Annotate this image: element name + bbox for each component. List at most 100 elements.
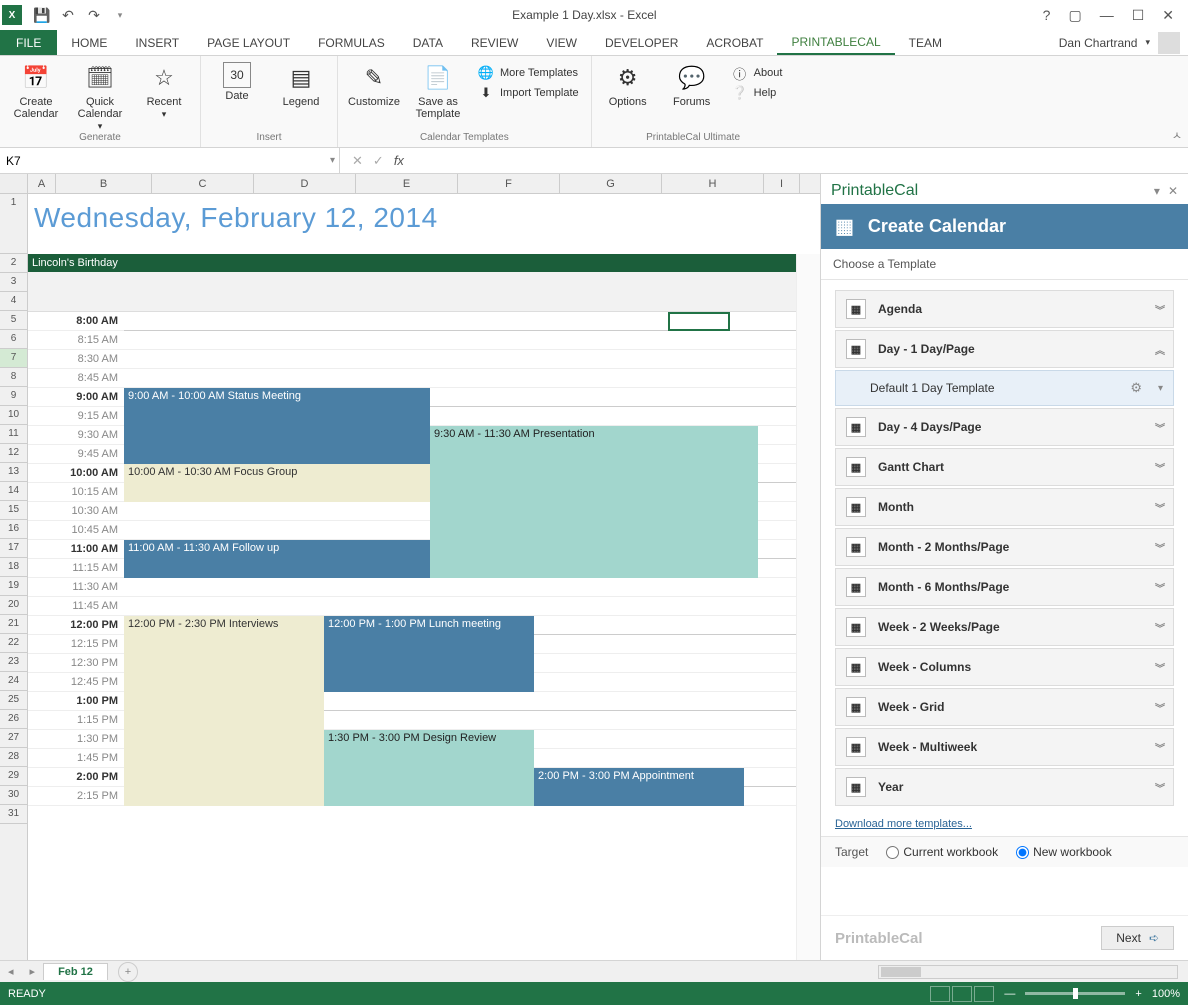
accept-formula-icon[interactable]: ✓ — [373, 153, 384, 169]
undo-icon[interactable]: ↶ — [56, 3, 80, 27]
template-item[interactable]: ▦Day - 4 Days/Page︾ — [835, 408, 1174, 446]
row-header[interactable]: 30 — [0, 786, 27, 805]
create-calendar-button[interactable]: 📅 Create Calendar — [8, 60, 64, 120]
name-box-input[interactable] — [6, 154, 333, 168]
row-header[interactable]: 1 — [0, 194, 27, 254]
customize-button[interactable]: ✎ Customize — [346, 60, 402, 108]
row-header[interactable]: 6 — [0, 330, 27, 349]
menu-tab-printablecal[interactable]: PRINTABLECAL — [777, 30, 894, 55]
template-item[interactable]: ▦Year︾ — [835, 768, 1174, 806]
calendar-event[interactable]: 12:00 PM - 2:30 PM Interviews — [124, 616, 324, 806]
pane-menu-icon[interactable]: ▾ — [1154, 184, 1160, 198]
maximize-icon[interactable]: ☐ — [1126, 5, 1151, 26]
row-header[interactable]: 28 — [0, 748, 27, 767]
avatar[interactable] — [1158, 32, 1180, 54]
select-all-corner[interactable] — [0, 174, 28, 193]
row-header[interactable]: 26 — [0, 710, 27, 729]
worksheet-canvas[interactable]: Wednesday, February 12, 2014 Lincoln's B… — [28, 194, 820, 960]
menu-tab-view[interactable]: VIEW — [532, 30, 591, 55]
calendar-event[interactable]: 9:00 AM - 10:00 AM Status Meeting — [124, 388, 430, 464]
row-header[interactable]: 19 — [0, 577, 27, 596]
qat-dropdown-icon[interactable]: ▾ — [108, 3, 132, 27]
zoom-in-icon[interactable]: + — [1135, 988, 1141, 1000]
row-header[interactable]: 14 — [0, 482, 27, 501]
add-sheet-button[interactable]: + — [118, 962, 138, 982]
row-header[interactable]: 12 — [0, 444, 27, 463]
file-tab[interactable]: FILE — [0, 30, 57, 55]
more-templates-button[interactable]: 🌐More Templates — [474, 64, 583, 82]
zoom-out-icon[interactable]: — — [1004, 988, 1015, 1000]
column-header[interactable]: G — [560, 174, 662, 193]
row-header[interactable]: 21 — [0, 615, 27, 634]
menu-tab-review[interactable]: REVIEW — [457, 30, 532, 55]
sheet-nav-prev-icon[interactable]: ◂ — [0, 965, 22, 978]
row-header[interactable]: 9 — [0, 387, 27, 406]
recent-button[interactable]: ☆ Recent▾ — [136, 60, 192, 120]
user-dropdown-icon[interactable]: ▾ — [1145, 37, 1150, 48]
target-new-radio[interactable]: New workbook — [1016, 845, 1112, 859]
menu-tab-acrobat[interactable]: ACROBAT — [692, 30, 777, 55]
row-header[interactable]: 31 — [0, 805, 27, 824]
zoom-slider[interactable] — [1025, 992, 1125, 995]
template-item[interactable]: ▦Day - 1 Day/Page︽ — [835, 330, 1174, 368]
template-item[interactable]: ▦Agenda︾ — [835, 290, 1174, 328]
calendar-event[interactable]: 10:00 AM - 10:30 AM Focus Group — [124, 464, 430, 502]
download-templates-link[interactable]: Download more templates... — [821, 812, 1188, 836]
minimize-icon[interactable]: — — [1094, 5, 1120, 25]
help-button[interactable]: ❔Help — [728, 84, 787, 102]
insert-date-button[interactable]: 30 Date — [209, 60, 265, 102]
column-header[interactable]: E — [356, 174, 458, 193]
next-button[interactable]: Next➪ — [1101, 926, 1174, 950]
column-header[interactable]: A — [28, 174, 56, 193]
row-header[interactable]: 5 — [0, 311, 27, 330]
column-header[interactable]: B — [56, 174, 152, 193]
help-icon[interactable]: ? — [1037, 5, 1057, 25]
row-header[interactable]: 18 — [0, 558, 27, 577]
about-button[interactable]: ⓘAbout — [728, 64, 787, 82]
template-item[interactable]: ▦Week - 2 Weeks/Page︾ — [835, 608, 1174, 646]
row-header[interactable]: 16 — [0, 520, 27, 539]
row-header[interactable]: 3 — [0, 273, 27, 292]
column-header[interactable]: F — [458, 174, 560, 193]
row-header[interactable]: 20 — [0, 596, 27, 615]
template-item[interactable]: ▦Week - Multiweek︾ — [835, 728, 1174, 766]
row-header[interactable]: 2 — [0, 254, 27, 273]
template-sub-item[interactable]: Default 1 Day Template⚙▾ — [835, 370, 1174, 406]
menu-tab-team[interactable]: TEAM — [895, 30, 956, 55]
template-item[interactable]: ▦Week - Columns︾ — [835, 648, 1174, 686]
menu-tab-developer[interactable]: DEVELOPER — [591, 30, 692, 55]
fx-icon[interactable]: fx — [394, 153, 404, 168]
row-header[interactable]: 10 — [0, 406, 27, 425]
column-header[interactable]: C — [152, 174, 254, 193]
import-template-button[interactable]: ⬇Import Template — [474, 84, 583, 102]
template-item[interactable]: ▦Month - 2 Months/Page︾ — [835, 528, 1174, 566]
quick-calendar-button[interactable]: 🗓 Quick Calendar▾ — [72, 60, 128, 132]
calendar-event[interactable]: 11:00 AM - 11:30 AM Follow up — [124, 540, 430, 578]
page-layout-view-button[interactable] — [952, 986, 972, 1002]
row-header[interactable]: 24 — [0, 672, 27, 691]
name-box[interactable]: ▾ — [0, 148, 340, 173]
template-item[interactable]: ▦Month︾ — [835, 488, 1174, 526]
forums-button[interactable]: 💬 Forums — [664, 60, 720, 108]
column-header[interactable]: D — [254, 174, 356, 193]
gear-icon[interactable]: ⚙ — [1130, 380, 1142, 396]
sheet-nav-next-icon[interactable]: ▸ — [22, 965, 44, 978]
row-header[interactable]: 27 — [0, 729, 27, 748]
row-header[interactable]: 8 — [0, 368, 27, 387]
menu-tab-insert[interactable]: INSERT — [121, 30, 193, 55]
page-break-view-button[interactable] — [974, 986, 994, 1002]
save-as-template-button[interactable]: 📄 Save as Template — [410, 60, 466, 120]
row-header[interactable]: 4 — [0, 292, 27, 311]
normal-view-button[interactable] — [930, 986, 950, 1002]
row-header[interactable]: 23 — [0, 653, 27, 672]
menu-tab-home[interactable]: HOME — [57, 30, 121, 55]
calendar-event[interactable]: 9:30 AM - 11:30 AM Presentation — [430, 426, 758, 578]
horizontal-scrollbar[interactable] — [878, 965, 1178, 979]
namebox-dropdown-icon[interactable]: ▾ — [330, 155, 335, 166]
row-header[interactable]: 13 — [0, 463, 27, 482]
formula-input[interactable] — [416, 148, 1188, 173]
column-header[interactable]: H — [662, 174, 764, 193]
target-current-radio[interactable]: Current workbook — [886, 845, 998, 859]
row-header[interactable]: 29 — [0, 767, 27, 786]
save-icon[interactable]: 💾 — [30, 3, 54, 27]
